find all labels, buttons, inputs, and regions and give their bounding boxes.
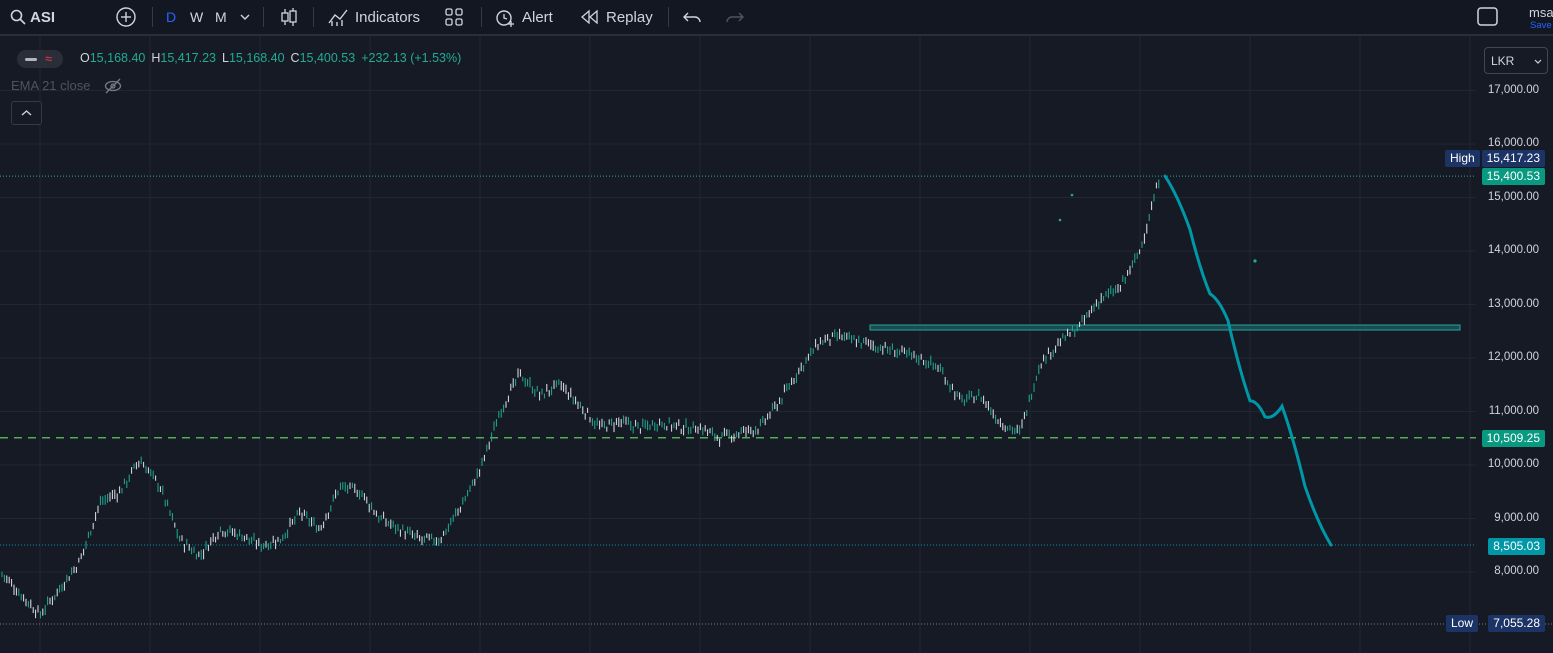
- high-value: 15,417.23: [160, 51, 216, 65]
- level-price-tag: 10,509.25: [1481, 430, 1545, 447]
- chevron-down-icon: [240, 14, 250, 20]
- price-axis-tick: 13,000.00: [1487, 297, 1539, 310]
- interval-dropdown[interactable]: [239, 0, 251, 34]
- interval-weekly[interactable]: W: [190, 0, 203, 34]
- price-level-lines: [0, 175, 1553, 625]
- chart-type-button[interactable]: [278, 0, 300, 34]
- ohlc-legend: O15,168.40 H15,417.23 L15,168.40 C15,400…: [80, 51, 461, 65]
- replay-label: Replay: [606, 8, 653, 26]
- wave-icon: ≈: [45, 51, 53, 66]
- interval-monthly[interactable]: M: [215, 0, 227, 34]
- candles-icon: [281, 8, 297, 26]
- user-name[interactable]: msa: [1529, 5, 1553, 20]
- chevron-down-icon: [1534, 59, 1542, 64]
- grid-icon: [445, 8, 463, 26]
- collapse-legend-button[interactable]: [11, 101, 42, 125]
- open-key: O: [80, 51, 90, 65]
- chart-area[interactable]: [0, 36, 1553, 653]
- indicators-label: Indicators: [355, 8, 421, 26]
- toolbar-divider: [313, 7, 314, 27]
- close-key: C: [290, 51, 300, 65]
- price-axis-tick: 17,000.00: [1487, 83, 1539, 96]
- resistance-zone-rectangle[interactable]: [869, 324, 1461, 331]
- redo-icon: [726, 12, 744, 23]
- price-bars: [1, 179, 1160, 619]
- price-axis-tick: 12,000.00: [1487, 351, 1539, 363]
- price-axis-tick: 11,000.00: [1488, 404, 1539, 417]
- symbol-search-button[interactable]: ASI: [10, 0, 55, 34]
- rewind-icon: [581, 9, 598, 25]
- undo-button[interactable]: [683, 0, 701, 34]
- undo-icon: [683, 12, 701, 23]
- redo-button[interactable]: [726, 0, 744, 34]
- alert-button[interactable]: Alert: [494, 0, 553, 34]
- open-value: 15,168.40: [89, 51, 146, 65]
- toolbar-divider: [668, 7, 669, 27]
- price-axis-tick: 9,000.00: [1494, 511, 1539, 524]
- price-axis-tick: 16,000.00: [1487, 137, 1539, 149]
- price-axis-tick: 8,000.00: [1494, 565, 1539, 577]
- symbol-name: ASI: [30, 8, 56, 26]
- low-value: 15,168.40: [228, 51, 285, 65]
- target-price-tag: 8,505.03: [1488, 538, 1545, 555]
- price-axis-tick: 15,000.00: [1487, 190, 1539, 203]
- indicators-icon: [328, 9, 348, 26]
- toolbar-divider: [263, 7, 264, 27]
- projection-drawing[interactable]: [1163, 174, 1333, 547]
- last-price-tag: 15,400.53: [1481, 168, 1545, 185]
- low-price-tag: 7,055.28: [1488, 615, 1545, 632]
- chart-dot: [1070, 193, 1074, 197]
- save-button[interactable]: Save: [1530, 20, 1552, 31]
- layout-button[interactable]: [1477, 0, 1499, 34]
- chart-grid: [0, 36, 1476, 653]
- high-price-tag: 15,417.23: [1481, 150, 1545, 167]
- visibility-toggle[interactable]: ≈: [17, 50, 63, 68]
- alarm-clock-icon: [496, 10, 514, 27]
- chart-dot: [1058, 218, 1062, 222]
- high-label-tag: High: [1445, 150, 1480, 167]
- plus-circle-icon: [116, 7, 136, 27]
- close-value: 15,400.53: [299, 51, 356, 65]
- currency-value: LKR: [1491, 54, 1515, 68]
- toolbar-divider: [152, 7, 153, 27]
- alert-label: Alert: [522, 8, 553, 26]
- low-label-tag: Low: [1446, 615, 1479, 632]
- price-axis-tick: 14,000.00: [1487, 244, 1539, 256]
- window-icon: [1477, 7, 1498, 26]
- indicators-button[interactable]: Indicators: [327, 0, 420, 34]
- chevron-up-icon: [21, 110, 32, 116]
- toggle-dash-icon: [25, 58, 37, 61]
- hidden-eye-icon[interactable]: [104, 78, 122, 99]
- chart-dot: [1253, 259, 1257, 263]
- replay-button[interactable]: Replay: [580, 0, 653, 34]
- search-icon: [10, 9, 26, 25]
- currency-select[interactable]: LKR: [1484, 47, 1548, 74]
- indicator-label[interactable]: EMA 21 close: [11, 78, 91, 93]
- change-value: +232.13 (+1.53%): [361, 51, 462, 65]
- low-key: L: [221, 51, 229, 65]
- top-toolbar: ASI D W M Indicators Alert Replay msa Sa…: [0, 0, 1553, 36]
- interval-daily[interactable]: D: [166, 0, 176, 34]
- toolbar-divider: [481, 7, 482, 27]
- price-axis-tick: 10,000.00: [1487, 458, 1539, 470]
- compare-symbol-button[interactable]: [115, 0, 137, 34]
- templates-button[interactable]: [444, 0, 464, 34]
- price-chart[interactable]: [0, 36, 1553, 653]
